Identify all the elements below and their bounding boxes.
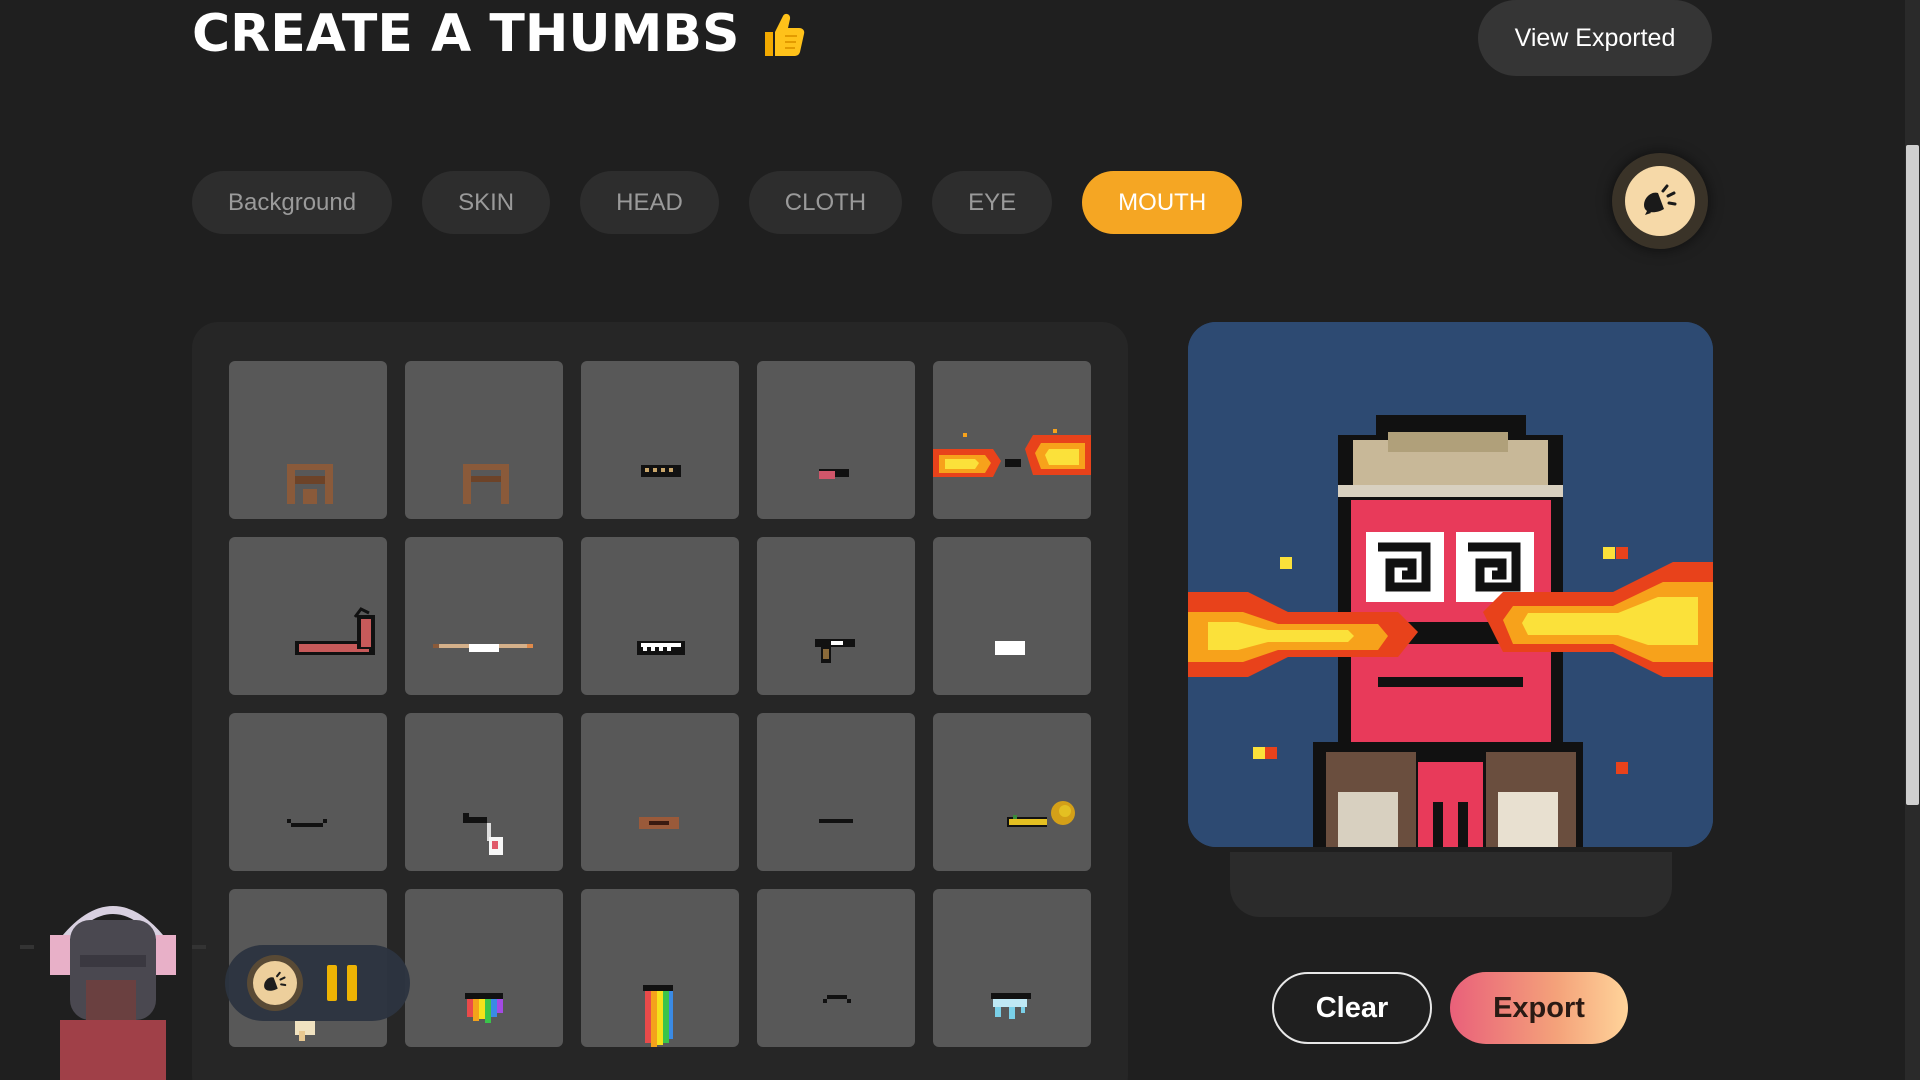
tab-head[interactable]: HEAD bbox=[580, 171, 719, 234]
sound-toggle-icon-small bbox=[253, 961, 297, 1005]
lollipop-mouth-icon bbox=[463, 813, 503, 855]
brown-beard-mouth-icon bbox=[287, 464, 333, 504]
mouth-option-rainbow-drip[interactable] bbox=[405, 889, 563, 1047]
mouth-option-party-horn[interactable] bbox=[933, 713, 1091, 871]
frown-mouth-icon bbox=[823, 995, 851, 1003]
small-tongue-mouth-icon bbox=[819, 469, 849, 479]
sound-toggle-icon bbox=[1625, 166, 1695, 236]
tab-mouth[interactable]: MOUTH bbox=[1082, 171, 1243, 234]
mouth-option-brown-beard[interactable] bbox=[229, 361, 387, 519]
tab-eye[interactable]: EYE bbox=[932, 171, 1053, 234]
music-disc-button[interactable] bbox=[247, 955, 303, 1011]
page-title: CREATE A THUMBS bbox=[192, 4, 807, 64]
mouth-option-small-tongue[interactable] bbox=[757, 361, 915, 519]
export-button[interactable]: Export bbox=[1450, 972, 1628, 1044]
page-scrollbar-thumb[interactable] bbox=[1906, 145, 1919, 805]
smile-mouth-icon bbox=[287, 819, 327, 827]
pause-icon[interactable] bbox=[327, 965, 357, 1001]
black-teeth-mouth-icon bbox=[641, 465, 681, 477]
mouth-option-flat-line[interactable] bbox=[757, 713, 915, 871]
beige-drip-mouth-icon bbox=[295, 1021, 315, 1041]
mouth-option-lollipop[interactable] bbox=[405, 713, 563, 871]
mouth-option-smile[interactable] bbox=[229, 713, 387, 871]
mouth-option-ice-drip[interactable] bbox=[933, 889, 1091, 1047]
flat-line-mouth-icon bbox=[819, 819, 853, 823]
tab-skin[interactable]: SKIN bbox=[422, 171, 551, 234]
mascot-character-icon bbox=[20, 906, 206, 1080]
ice-drip-mouth-icon bbox=[991, 993, 1031, 1019]
clear-button[interactable]: Clear bbox=[1272, 972, 1432, 1044]
thumbs-up-icon bbox=[765, 13, 805, 57]
mouth-option-long-cigarette[interactable] bbox=[405, 537, 563, 695]
brown-lips-mouth-icon bbox=[639, 817, 679, 829]
mouth-option-brown-moustache[interactable] bbox=[405, 361, 563, 519]
tab-cloth[interactable]: CLOTH bbox=[748, 171, 903, 234]
page-title-text: CREATE A THUMBS bbox=[192, 4, 740, 64]
mouth-option-rainbow-vomit[interactable] bbox=[581, 889, 739, 1047]
pistol-mouth-icon bbox=[815, 639, 855, 663]
music-player bbox=[225, 945, 410, 1021]
mouth-option-pistol[interactable] bbox=[757, 537, 915, 695]
mouth-option-black-teeth[interactable] bbox=[581, 361, 739, 519]
view-exported-button[interactable]: View Exported bbox=[1478, 0, 1712, 76]
category-tabs: Background SKIN HEAD CLOTH EYE MOUTH bbox=[192, 171, 1243, 234]
tab-background[interactable]: Background bbox=[192, 171, 393, 234]
mouth-option-fire-breath[interactable] bbox=[933, 361, 1091, 519]
mouth-option-brown-lips[interactable] bbox=[581, 713, 739, 871]
white-gum-mouth-icon bbox=[995, 641, 1025, 655]
sound-toggle-button[interactable] bbox=[1612, 153, 1708, 249]
rainbow-vomit-mouth-icon bbox=[643, 985, 673, 1047]
thumbs-character-preview bbox=[1188, 322, 1713, 847]
rainbow-drip-mouth-icon bbox=[465, 993, 503, 1023]
thumbs-preview bbox=[1188, 322, 1713, 847]
mouth-option-grin-teeth[interactable] bbox=[581, 537, 739, 695]
pipe-mouth-icon bbox=[295, 607, 375, 655]
long-cigarette-mouth-icon bbox=[433, 644, 533, 652]
brown-moustache-mouth-icon bbox=[463, 464, 509, 504]
fire-breath-mouth-icon bbox=[933, 429, 1091, 477]
mouth-option-frown[interactable] bbox=[757, 889, 915, 1047]
grin-teeth-mouth-icon bbox=[637, 641, 685, 655]
preview-shelf bbox=[1230, 852, 1672, 917]
mouth-option-pipe[interactable] bbox=[229, 537, 387, 695]
party-horn-mouth-icon bbox=[1007, 801, 1075, 827]
mouth-option-white-gum[interactable] bbox=[933, 537, 1091, 695]
